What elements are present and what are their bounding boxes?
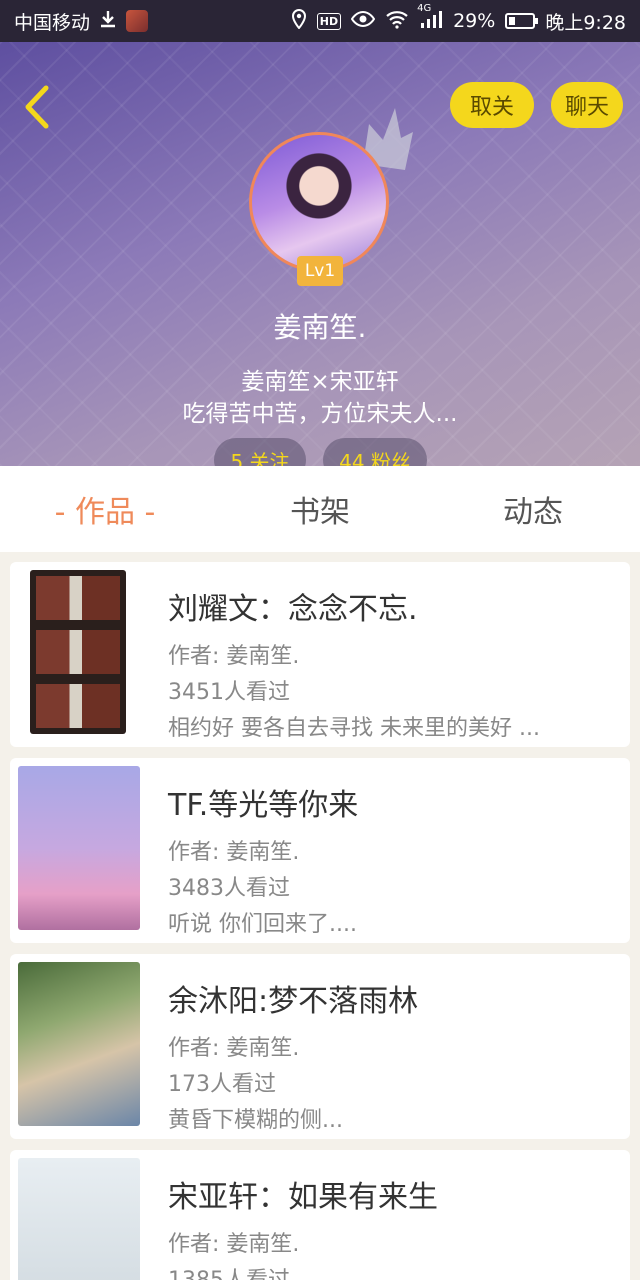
work-title: 刘耀文：念念不忘.	[168, 592, 418, 627]
location-icon	[291, 8, 307, 34]
work-cover-image	[18, 962, 140, 1126]
battery-icon	[505, 13, 539, 29]
avatar[interactable]	[249, 132, 389, 272]
tab-activity[interactable]: 动态	[458, 466, 608, 552]
carrier-label: 中国移动	[14, 11, 91, 34]
work-author: 作者: 姜南笙.	[168, 644, 300, 669]
work-cover-image	[30, 570, 126, 734]
work-card[interactable]: 余沐阳:梦不落雨林 作者: 姜南笙. 173人看过 黄昏下模糊的侧...	[10, 954, 630, 1139]
app-notification-icon	[126, 10, 149, 32]
eye-icon	[350, 10, 376, 33]
tab-works[interactable]: - 作品 -	[30, 466, 180, 552]
work-title: TF.等光等你来	[168, 788, 359, 823]
work-title: 余沐阳:梦不落雨林	[168, 984, 419, 1019]
wifi-icon	[385, 9, 409, 34]
work-description: 黄昏下模糊的侧...	[168, 1108, 343, 1133]
work-description: 听说 你们回来了....	[168, 912, 357, 937]
work-card[interactable]: 宋亚轩：如果有来生 作者: 姜南笙. 1385人看过	[10, 1150, 630, 1280]
profile-tabs: - 作品 - 书架 动态	[0, 466, 640, 552]
work-view-count: 173人看过	[168, 1072, 276, 1097]
signal-icon: 4G	[417, 3, 443, 34]
tab-bookshelf[interactable]: 书架	[245, 466, 395, 552]
fans-count-button[interactable]: 44 粉丝	[323, 438, 427, 466]
bio-line-2: 吃得苦中苦，方位宋夫人...	[182, 401, 458, 427]
work-card[interactable]: 刘耀文：念念不忘. 作者: 姜南笙. 3451人看过 相约好 要各自去寻找 未来…	[10, 562, 630, 747]
work-author: 作者: 姜南笙.	[168, 840, 300, 865]
chat-button[interactable]: 聊天	[551, 82, 623, 128]
following-count-button[interactable]: 5 关注	[214, 438, 306, 466]
work-description: 相约好 要各自去寻找 未来里的美好 ...	[168, 716, 540, 741]
unfollow-button[interactable]: 取关	[450, 82, 534, 128]
work-view-count: 1385人看过	[168, 1262, 290, 1280]
hd-icon: HD	[316, 12, 342, 30]
username: 姜南笙.	[273, 311, 367, 344]
clock: 晚上9:28	[545, 11, 626, 34]
work-cover-image	[18, 766, 140, 930]
work-cover-image	[18, 1158, 140, 1280]
work-author: 作者: 姜南笙.	[168, 1036, 300, 1061]
work-author: 作者: 姜南笙.	[168, 1232, 300, 1257]
works-list: 刘耀文：念念不忘. 作者: 姜南笙. 3451人看过 相约好 要各自去寻找 未来…	[0, 552, 640, 1280]
work-title: 宋亚轩：如果有来生	[168, 1180, 438, 1215]
back-button[interactable]	[18, 82, 58, 132]
battery-percent: 29%	[453, 10, 496, 32]
status-bar: 中国移动 HD 4G 29% 晚上9:28	[0, 0, 640, 42]
bio-line-1: 姜南笙×宋亚轩	[241, 369, 399, 395]
chevron-left-icon	[25, 85, 49, 129]
network-type: 4G	[417, 2, 432, 14]
work-view-count: 3451人看过	[168, 680, 290, 705]
work-view-count: 3483人看过	[168, 876, 290, 901]
profile-header: 取关 聊天 Lv1 姜南笙. 姜南笙×宋亚轩 吃得苦中苦，方位宋夫人... 5 …	[0, 42, 640, 466]
avatar-container[interactable]	[249, 132, 389, 272]
level-badge: Lv1	[297, 256, 343, 286]
download-icon	[98, 9, 118, 34]
work-card[interactable]: TF.等光等你来 作者: 姜南笙. 3483人看过 听说 你们回来了....	[10, 758, 630, 943]
